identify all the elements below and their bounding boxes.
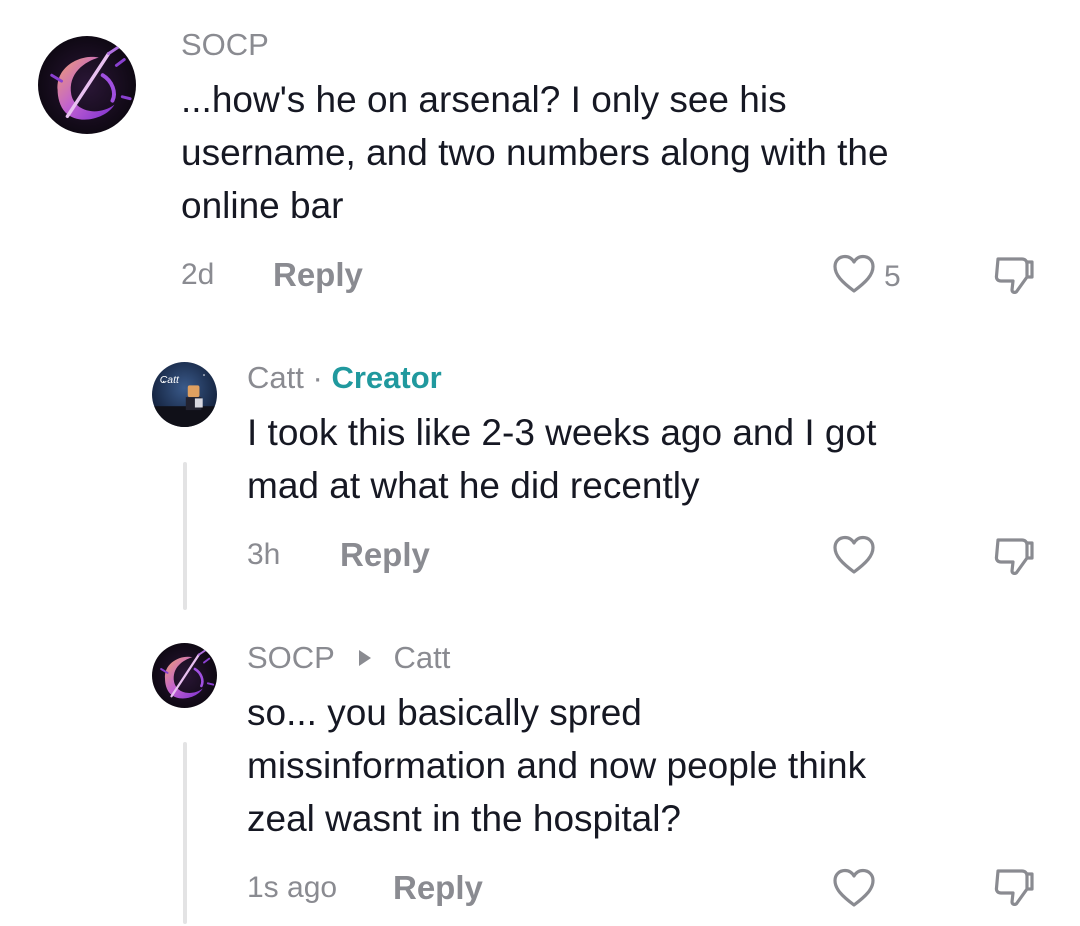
heart-outline-icon (832, 867, 876, 914)
thread-line (183, 462, 187, 610)
comment-text: so... you basically spred missinformatio… (247, 692, 867, 839)
like-count: 5 (884, 259, 901, 293)
comment-item: SOCP ...how's he on arsenal? I only see … (0, 0, 1080, 320)
thread-line (183, 742, 187, 924)
avatar[interactable]: Catt (152, 362, 217, 427)
username-text[interactable]: SOCP (247, 640, 334, 675)
reply-button[interactable]: Reply (393, 869, 483, 907)
comment-text: ...how's he on arsenal? I only see his u… (181, 79, 889, 226)
thumbs-down-outline-icon (992, 538, 1036, 584)
avatar[interactable] (38, 36, 136, 134)
separator-dot: · (312, 360, 323, 395)
avatar[interactable] (152, 643, 217, 708)
comment-timestamp: 3h (247, 538, 281, 571)
dislike-button[interactable] (992, 865, 1036, 916)
comment-username[interactable]: SOCP (181, 27, 269, 63)
reply-button[interactable]: Reply (340, 536, 430, 574)
dislike-button[interactable] (992, 253, 1036, 304)
comment-timestamp: 1s ago (247, 871, 338, 904)
reply-button[interactable]: Reply (273, 256, 363, 294)
thumbs-down-outline-icon (992, 869, 1036, 915)
username-text[interactable]: Catt (247, 360, 304, 395)
heart-outline-icon (832, 534, 876, 581)
reply-to-username[interactable]: Catt (394, 640, 451, 675)
scythe-emblem-avatar-image (152, 643, 217, 708)
svg-text:Catt: Catt (160, 375, 180, 386)
dislike-button[interactable] (992, 534, 1036, 585)
thumbs-down-outline-icon (992, 257, 1036, 303)
creator-badge: Creator (331, 360, 442, 395)
comment-text: I took this like 2-3 weeks ago and I got… (247, 412, 877, 506)
catt-avatar-image: Catt (152, 362, 217, 427)
comment-timestamp: 2d (181, 258, 215, 291)
comment-username[interactable]: SOCP Catt (247, 640, 450, 676)
like-button[interactable] (832, 534, 876, 581)
username-text[interactable]: SOCP (181, 27, 269, 62)
heart-outline-icon (832, 253, 876, 300)
reply-to-arrow-icon (358, 650, 371, 666)
like-button[interactable] (832, 867, 876, 914)
like-button[interactable]: 5 (832, 253, 901, 300)
comment-username[interactable]: Catt · Creator (247, 360, 442, 396)
comments-section: SOCP ...how's he on arsenal? I only see … (0, 0, 1080, 926)
scythe-emblem-avatar-image (38, 36, 136, 134)
